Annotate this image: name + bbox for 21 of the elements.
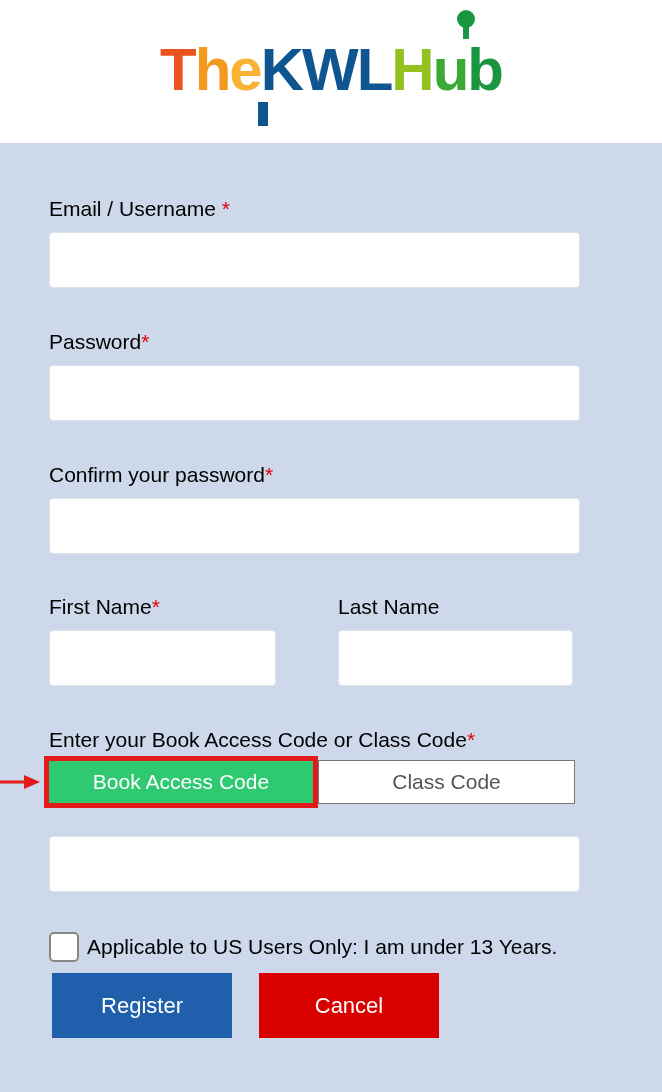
field-label: Confirm your password*: [49, 463, 275, 487]
cancel-button[interactable]: Cancel: [259, 972, 439, 1038]
register-button[interactable]: Register: [52, 972, 232, 1038]
logo-stem-icon: [258, 102, 268, 126]
field-label: Password*: [49, 330, 151, 354]
input-field[interactable]: [338, 630, 573, 686]
field-label: Email / Username *: [49, 197, 231, 221]
field-label: First Name*: [49, 595, 161, 619]
input-field[interactable]: [49, 365, 580, 421]
pointer-arrow-icon: [0, 775, 40, 789]
logo: TheKWLHub: [160, 40, 502, 100]
code-tab[interactable]: Class Code: [318, 760, 575, 804]
logo-pin-icon: [457, 10, 475, 39]
field-label: Enter your Book Access Code or Class Code*: [49, 728, 477, 752]
input-field[interactable]: [49, 836, 580, 892]
input-field[interactable]: [49, 498, 580, 554]
input-field[interactable]: [49, 232, 580, 288]
checkbox-label: Applicable to US Users Only: I am under 13 Years.: [87, 934, 558, 960]
input-field[interactable]: [49, 630, 276, 686]
checkbox[interactable]: [49, 931, 79, 962]
field-label: Last Name: [338, 595, 441, 619]
